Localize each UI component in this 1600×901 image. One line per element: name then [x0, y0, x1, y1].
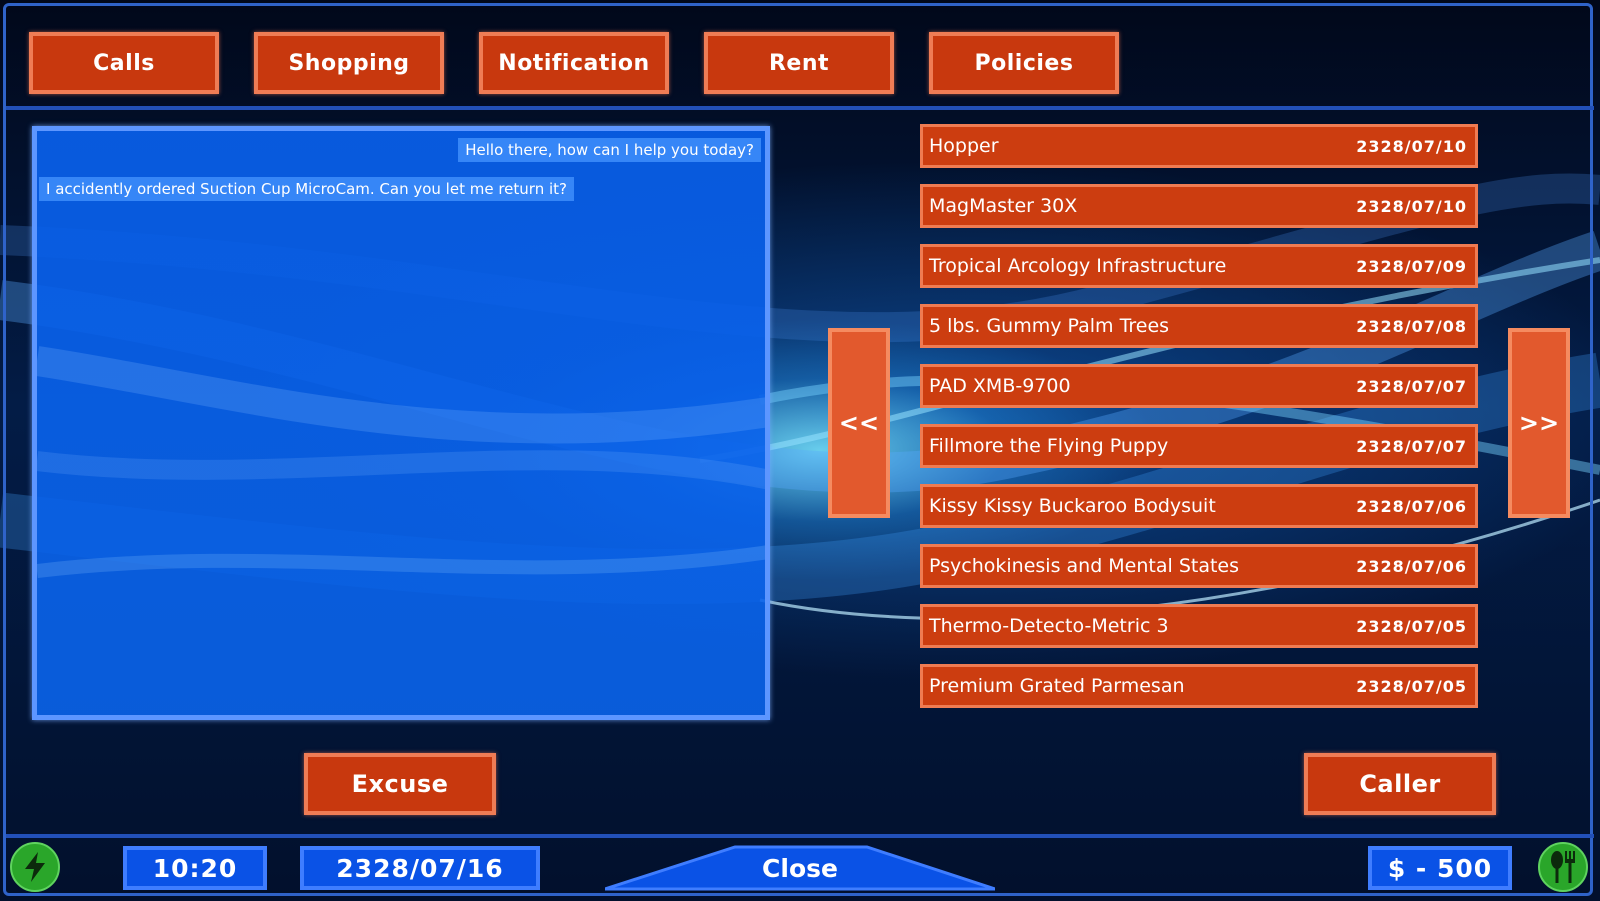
order-name: Premium Grated Parmesan [929, 675, 1185, 697]
order-date: 2328/07/10 [1356, 196, 1467, 216]
excuse-button[interactable]: Excuse [304, 753, 496, 815]
order-date: 2328/07/10 [1356, 136, 1467, 156]
caller-button[interactable]: Caller [1304, 753, 1496, 815]
order-row[interactable]: Kissy Kissy Buckaroo Bodysuit 2328/07/06 [920, 484, 1478, 528]
chat-message-agent: Hello there, how can I help you today? [458, 138, 761, 162]
date-display: 2328/07/16 [300, 846, 540, 890]
order-date: 2328/07/09 [1356, 256, 1467, 276]
order-date: 2328/07/06 [1356, 556, 1467, 576]
order-row[interactable]: Thermo-Detecto-Metric 3 2328/07/05 [920, 604, 1478, 648]
tab-rent[interactable]: Rent [704, 32, 894, 94]
order-date: 2328/07/08 [1356, 316, 1467, 336]
clock-display: 10:20 [123, 846, 267, 890]
footer-divider [6, 834, 1594, 838]
order-name: Thermo-Detecto-Metric 3 [929, 615, 1169, 637]
order-row[interactable]: Premium Grated Parmesan 2328/07/05 [920, 664, 1478, 708]
order-name: Tropical Arcology Infrastructure [929, 255, 1227, 277]
order-name: PAD XMB-9700 [929, 375, 1071, 397]
order-date: 2328/07/06 [1356, 496, 1467, 516]
order-date: 2328/07/07 [1356, 376, 1467, 396]
tab-notification[interactable]: Notification [479, 32, 669, 94]
order-name: Kissy Kissy Buckaroo Bodysuit [929, 495, 1216, 517]
order-name: Fillmore the Flying Puppy [929, 435, 1169, 457]
tab-shopping[interactable]: Shopping [254, 32, 444, 94]
order-date: 2328/07/05 [1356, 616, 1467, 636]
utensils-icon [1538, 842, 1588, 892]
order-row[interactable]: Tropical Arcology Infrastructure 2328/07/… [920, 244, 1478, 288]
order-row[interactable]: Hopper 2328/07/10 [920, 124, 1478, 168]
next-page-button[interactable]: >> [1508, 328, 1570, 518]
chat-panel: Hello there, how can I help you today? I… [32, 126, 770, 720]
order-name: Hopper [929, 135, 999, 157]
chat-message-customer: I accidently ordered Suction Cup MicroCa… [39, 177, 574, 201]
order-row[interactable]: Fillmore the Flying Puppy 2328/07/07 [920, 424, 1478, 468]
close-button[interactable]: Close [605, 845, 995, 891]
order-date: 2328/07/07 [1356, 436, 1467, 456]
chat-panel-waves [37, 346, 765, 578]
order-row[interactable]: MagMaster 30X 2328/07/10 [920, 184, 1478, 228]
order-row[interactable]: PAD XMB-9700 2328/07/07 [920, 364, 1478, 408]
header-divider [6, 106, 1594, 110]
order-name: MagMaster 30X [929, 195, 1078, 217]
tab-policies[interactable]: Policies [929, 32, 1119, 94]
prev-page-button[interactable]: << [828, 328, 890, 518]
order-row[interactable]: Psychokinesis and Mental States 2328/07/0… [920, 544, 1478, 588]
money-display: $ - 500 [1368, 846, 1512, 890]
close-button-label: Close [762, 853, 838, 883]
tab-calls[interactable]: Calls [29, 32, 219, 94]
order-row[interactable]: 5 lbs. Gummy Palm Trees 2328/07/08 [920, 304, 1478, 348]
lightning-icon [10, 842, 60, 892]
order-date: 2328/07/05 [1356, 676, 1467, 696]
order-name: 5 lbs. Gummy Palm Trees [929, 315, 1170, 337]
order-name: Psychokinesis and Mental States [929, 555, 1240, 577]
